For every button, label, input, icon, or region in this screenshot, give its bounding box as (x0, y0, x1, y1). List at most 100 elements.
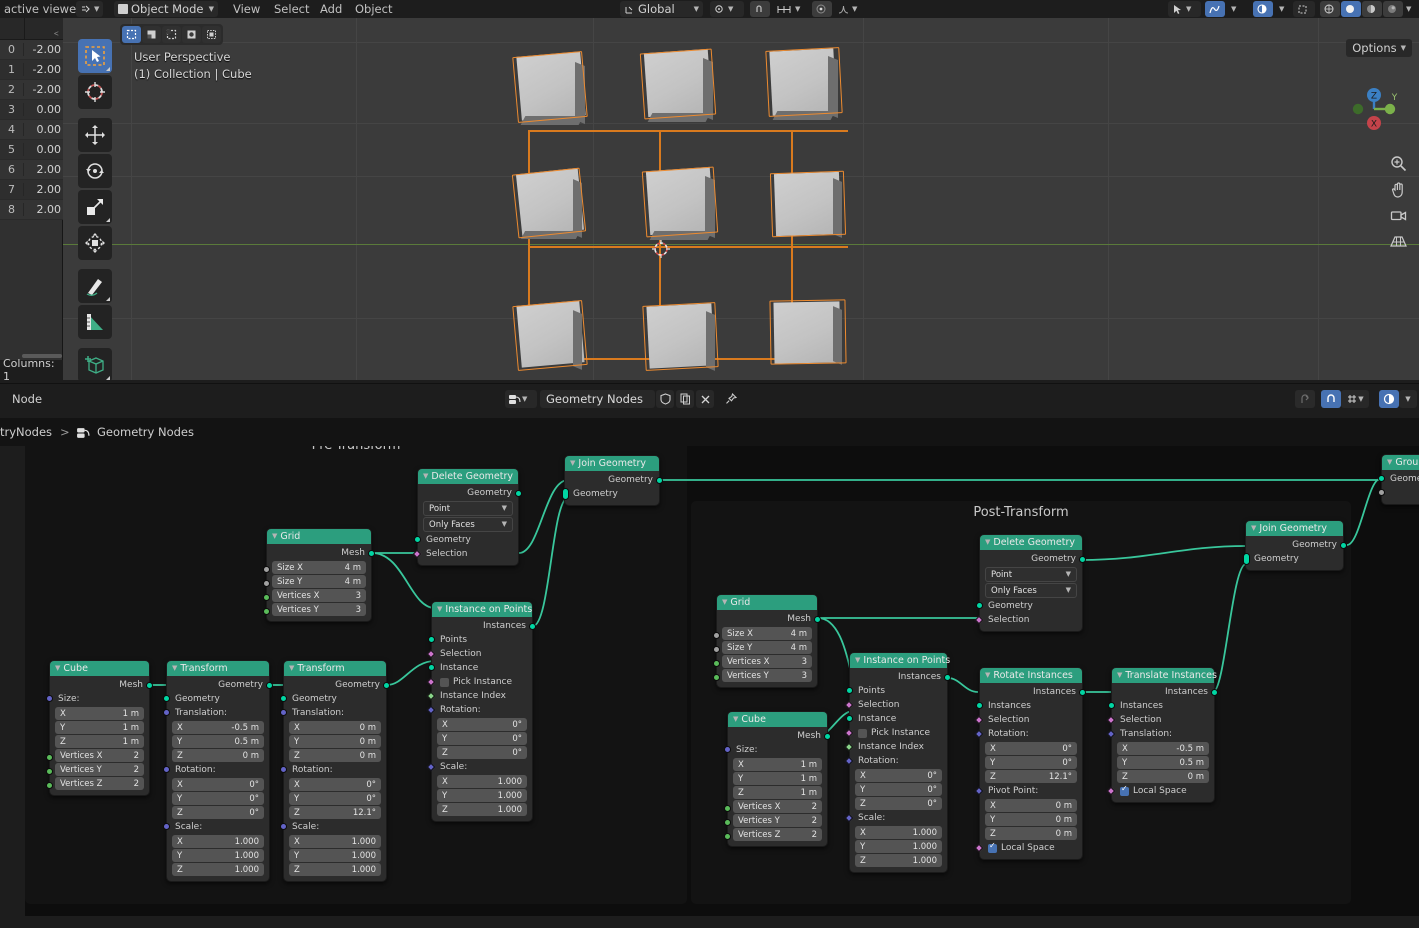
socket-vector-in[interactable] (163, 766, 170, 773)
breadcrumb-current[interactable]: Geometry Nodes (97, 425, 194, 439)
field-pivot-z[interactable]: Z0 m (985, 827, 1077, 840)
snap-settings-dropdown[interactable]: ▼ (772, 1, 808, 17)
socket-vector-in[interactable] (46, 695, 53, 702)
socket-row-mesh-out[interactable]: Mesh (728, 729, 827, 743)
menu-select[interactable]: Select (274, 0, 309, 18)
toggle-perspective-button[interactable] (1387, 228, 1409, 254)
node-header[interactable]: ▼ Transform (284, 661, 386, 676)
node-join-geometry-post[interactable]: ▼ Join Geometry Geometry Geometry (1245, 520, 1344, 571)
field-translation-z[interactable]: Z0 m (172, 749, 264, 762)
collapse-arrow-icon[interactable]: < (54, 29, 59, 38)
field-size-y[interactable]: Y1 m (55, 721, 144, 734)
socket-geo-out[interactable] (1079, 689, 1086, 696)
field-pivot-x[interactable]: X0 m (985, 799, 1077, 812)
field-scale-y[interactable]: Y1.000 (289, 849, 381, 862)
node-header[interactable]: ▼ Grid (267, 529, 371, 544)
socket-row-instances-out[interactable]: Instances (850, 670, 947, 684)
socket-geo-out[interactable] (814, 616, 821, 623)
shading-dropdown[interactable]: ▼ (1402, 1, 1418, 17)
proportional-editing-button[interactable] (812, 1, 832, 17)
socket-row-local-space[interactable]: Local Space (980, 841, 1082, 855)
node-cube-pre[interactable]: ▼ Cube Mesh Size: X1 m Y1 m Z1 m Vertice… (49, 660, 150, 796)
node-header[interactable]: ▼ Instance on Points (432, 602, 532, 617)
collapse-chevron-icon[interactable]: ▼ (985, 672, 990, 679)
socket-row-instance-index[interactable]: Instance Index (432, 689, 532, 703)
field-rotation-x[interactable]: X0° (437, 718, 527, 731)
shading-wireframe-button[interactable] (1320, 1, 1340, 17)
socket-row-mesh-out[interactable]: Mesh (717, 612, 817, 626)
node-join-geometry-pre[interactable]: ▼ Join Geometry Geometry Geometry (564, 455, 660, 506)
node-group-output[interactable]: ▼ Grou Geomet (1381, 454, 1419, 505)
socket-row-selection[interactable]: Selection (850, 698, 947, 712)
socket-row-selection[interactable]: Selection (1112, 713, 1214, 727)
socket-geo-out[interactable] (146, 682, 153, 689)
field-vertices-y[interactable]: Vertices Y2 (55, 763, 144, 776)
socket-row-geometry-out[interactable]: Geometry (167, 678, 269, 692)
socket-row-local-space[interactable]: Local Space (1112, 784, 1214, 798)
collapse-chevron-icon[interactable]: ▼ (272, 533, 277, 540)
pivot-point-dropdown[interactable]: ▼ (710, 1, 744, 17)
socket-size-x[interactable] (263, 566, 270, 573)
field-size-y[interactable]: Size Y 4 m (272, 575, 366, 588)
field-scale-z[interactable]: Z1.000 (855, 854, 942, 867)
snap-node-button[interactable] (1321, 390, 1341, 408)
socket-geo-in[interactable] (846, 715, 853, 722)
field-rotation-y[interactable]: Y0° (289, 792, 381, 805)
camera-view-button[interactable] (1387, 202, 1409, 228)
field-vertices-z[interactable]: Vertices Z2 (733, 828, 822, 841)
field-rotation-x[interactable]: X0° (855, 769, 942, 782)
socket-geo-multi-in[interactable] (562, 488, 569, 500)
socket-row-instance[interactable]: Instance (432, 661, 532, 675)
local-space-checkbox[interactable] (1120, 787, 1129, 796)
socket-row-geometry-in[interactable]: Geometry (167, 692, 269, 706)
socket-row-points[interactable]: Points (850, 684, 947, 698)
select-extend-button[interactable] (142, 26, 161, 43)
node-instance-on-points-pre[interactable]: ▼ Instance on Points Instances Points Se… (431, 601, 533, 822)
shading-material-button[interactable] (1362, 1, 1382, 17)
field-size-x[interactable]: Size X 4 m (272, 561, 366, 574)
socket-row-rotation[interactable]: Rotation: (980, 727, 1082, 741)
field-pivot-y[interactable]: Y0 m (985, 813, 1077, 826)
socket-int-in[interactable] (46, 754, 53, 761)
socket-geo-in[interactable] (1108, 702, 1115, 709)
pan-button[interactable] (1387, 176, 1409, 202)
viewport-options-dropdown[interactable]: Options▼ (1346, 39, 1412, 57)
socket-row-selection[interactable]: Selection (432, 647, 532, 661)
field-vertices-x[interactable]: Vertices X2 (55, 749, 144, 762)
field-vertices-x[interactable]: Vertices X 3 (272, 589, 366, 602)
collapse-chevron-icon[interactable]: ▼ (423, 473, 428, 480)
field-scale-x[interactable]: X1.000 (437, 775, 527, 788)
socket-vector-in[interactable] (280, 766, 287, 773)
shading-solid-button[interactable] (1341, 1, 1361, 17)
node-menu-label[interactable]: Node (12, 392, 42, 406)
socket-geo-out[interactable] (529, 623, 536, 630)
socket-geo-in[interactable] (1378, 475, 1385, 482)
field-translation-z[interactable]: Z0 m (289, 749, 381, 762)
socket-row-pivot-point[interactable]: Pivot Point: (980, 784, 1082, 798)
node-overlay-button[interactable] (1379, 390, 1399, 408)
node-header[interactable]: ▼ Transform (167, 661, 269, 676)
socket-geo-in[interactable] (280, 695, 287, 702)
field-translation-y[interactable]: Y0 m (289, 735, 381, 748)
node-header[interactable]: ▼ Delete Geometry (418, 469, 518, 484)
socket-vector-in[interactable] (163, 709, 170, 716)
collapse-chevron-icon[interactable]: ▼ (855, 657, 860, 664)
socket-row-instances-in[interactable]: Instances (980, 699, 1082, 713)
node-transform-2-pre[interactable]: ▼ Transform Geometry Geometry Translatio… (283, 660, 387, 882)
field-size-x[interactable]: Size X4 m (722, 627, 812, 640)
dropdown-domain[interactable]: Point▼ (423, 501, 513, 516)
socket-int-in[interactable] (724, 805, 731, 812)
overlay-toggle-button[interactable] (1253, 1, 1273, 17)
socket-row-instances-out[interactable]: Instances (1112, 685, 1214, 699)
socket-row-geometry-out[interactable]: Geometry (284, 678, 386, 692)
node-header[interactable]: ▼ Delete Geometry (980, 535, 1082, 550)
field-rotation-z[interactable]: Z0° (437, 746, 527, 759)
field-rotation-x[interactable]: X0° (985, 742, 1077, 755)
select-box-button[interactable] (122, 26, 141, 43)
scale-tool[interactable] (78, 190, 112, 224)
browse-node-tree-button[interactable]: ▼ (505, 390, 537, 408)
add-cube-tool[interactable] (78, 348, 112, 380)
spreadsheet-row[interactable]: 0-2.00 (0, 40, 63, 60)
socket-geo-in[interactable] (976, 702, 983, 709)
pick-instance-checkbox[interactable] (858, 729, 867, 738)
